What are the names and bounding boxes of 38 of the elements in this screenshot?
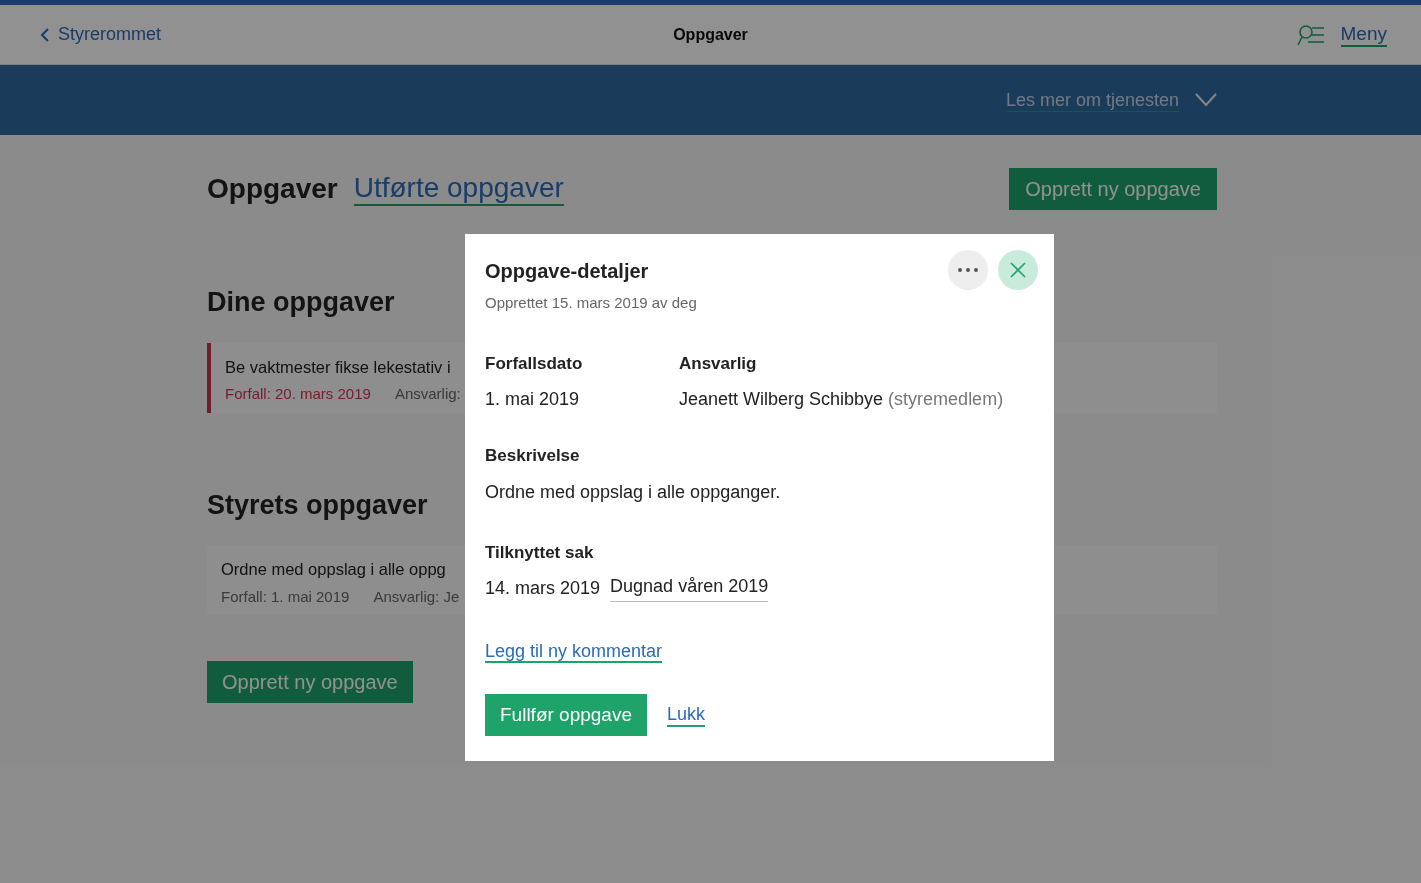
section-heading: Dine oppgaver [207, 286, 395, 319]
field-label: Beskrivelse [485, 445, 581, 467]
responsible-name: Jeanett Wilberg Schibbye [679, 388, 884, 411]
back-link[interactable]: Styrerommet [40, 21, 162, 48]
field-value: 1. mai 2019 [485, 388, 581, 411]
task-title: Be vaktmester fikse lekestativ i [225, 356, 451, 378]
description-text: Ordne med oppslag i alle oppganger. [485, 480, 782, 504]
close-icon [1010, 262, 1026, 278]
field-label: Tilknyttet sak [485, 541, 595, 564]
chevron-down-icon[interactable] [1195, 93, 1217, 107]
field-label: Ansvarlig [679, 352, 758, 375]
task-due-date: Forfall: 20. mars 2019 [225, 384, 371, 405]
info-link[interactable]: Les mer om tjenesten [1005, 88, 1179, 112]
menu-link[interactable]: Meny [1340, 22, 1387, 47]
task-responsible: Ansvarlig: [394, 384, 461, 405]
task-due-date: Forfall: 1. mai 2019 [221, 586, 350, 607]
create-task-button[interactable]: Opprett ny oppgave [1009, 168, 1217, 210]
chevron-left-icon [40, 27, 50, 42]
field-label: Forfallsdato [485, 352, 584, 375]
person-list-icon[interactable] [1296, 23, 1325, 46]
more-icon [958, 268, 978, 272]
add-comment-link[interactable]: Legg til ny kommentar [485, 641, 663, 663]
task-responsible: Ansvarlig: Je [373, 586, 460, 607]
create-task-button[interactable]: Opprett ny oppgave [207, 661, 413, 703]
page-title: Oppgaver [673, 24, 748, 45]
case-link[interactable]: Dugnad våren 2019 [610, 575, 769, 602]
dialog-subtitle: Opprettet 15. mars 2019 av deg [485, 293, 697, 313]
task-title: Ordne med oppslag i alle oppg [221, 559, 446, 580]
tab[interactable]: Oppgaver [207, 168, 338, 210]
responsible-role: (styremedlem) [888, 388, 1004, 411]
close-link[interactable]: Lukk [667, 703, 706, 727]
case-date: 14. mars 2019 [485, 577, 601, 600]
tab[interactable]: Utførte oppgaver [353, 172, 564, 206]
dialog-title: Oppgave-detaljer [485, 259, 650, 284]
more-button[interactable] [948, 250, 988, 290]
close-button[interactable] [998, 250, 1038, 290]
section-heading: Styrets oppgaver [207, 488, 428, 522]
complete-task-button[interactable]: Fullfør oppgave [485, 694, 647, 736]
